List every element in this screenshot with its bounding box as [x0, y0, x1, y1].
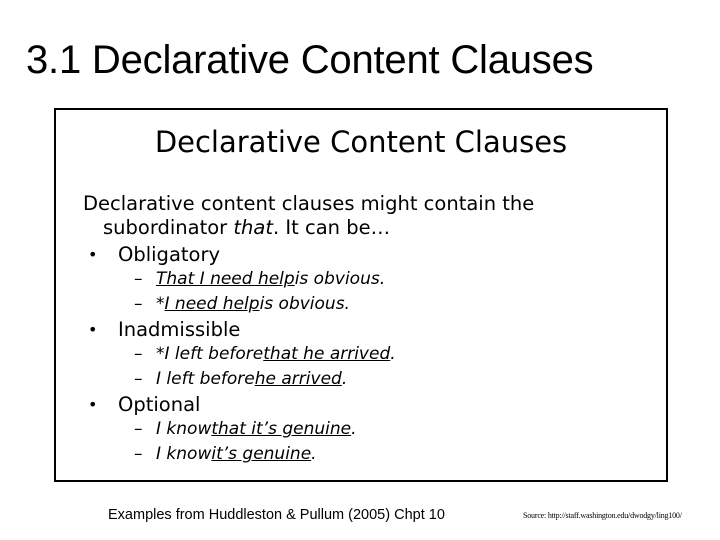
figure-title: Declarative Content Clauses	[154, 125, 568, 159]
example-underlined: he arrived	[254, 369, 342, 389]
example-pre: I know	[156, 419, 212, 439]
category-obligatory: • Obligatory	[84, 242, 396, 267]
example-post: is obvious.	[259, 294, 350, 314]
example-item: – I know that it’s genuine.	[84, 417, 396, 442]
example-post: is obvious.	[294, 269, 386, 289]
example-item: – * I need help is obvious.	[84, 292, 396, 317]
dash-icon: –	[134, 344, 143, 364]
bullet-icon: •	[88, 320, 98, 339]
dash-icon: –	[134, 444, 143, 464]
example-underlined: I need help	[164, 294, 260, 314]
intro-line-2-pre: subordinator	[103, 216, 234, 239]
intro-line-2-post: . It can be…	[273, 216, 391, 239]
figure-box: Declarative Content Clauses Declarative …	[54, 108, 668, 482]
example-underlined: That I need help	[156, 269, 295, 289]
example-underlined: that he arrived	[263, 344, 391, 364]
category-label: Inadmissible	[118, 318, 241, 341]
example-item: – That I need help is obvious.	[84, 267, 396, 292]
intro-line-1: Declarative content clauses might contai…	[83, 192, 535, 215]
intro-text: Declarative content clauses might contai…	[83, 192, 653, 240]
slide-title: 3.1 Declarative Content Clauses	[26, 38, 594, 82]
example-pre: I know	[156, 444, 212, 464]
example-post: .	[341, 369, 348, 389]
example-post: .	[390, 344, 396, 364]
dash-icon: –	[134, 419, 143, 439]
example-post: .	[311, 444, 317, 464]
example-post: .	[351, 419, 357, 439]
example-pre: I left before	[156, 369, 255, 389]
category-label: Obligatory	[118, 243, 221, 266]
category-list: • Obligatory – That I need help is obvio…	[84, 242, 396, 467]
bullet-icon: •	[88, 245, 98, 264]
example-underlined: that it’s genuine	[211, 419, 352, 439]
example-item: – I know it’s genuine.	[84, 442, 396, 467]
example-item: – *I left before that he arrived.	[84, 342, 396, 367]
category-optional: • Optional	[84, 392, 396, 417]
example-pre: *	[156, 294, 165, 314]
category-inadmissible: • Inadmissible	[84, 317, 396, 342]
dash-icon: –	[134, 294, 143, 314]
example-underlined: it’s genuine	[211, 444, 312, 464]
source-link[interactable]: Source: http://staff.washington.edu/dwod…	[523, 511, 682, 520]
dash-icon: –	[134, 369, 143, 389]
intro-line-2: subordinator that. It can be…	[83, 216, 653, 240]
dash-icon: –	[134, 269, 143, 289]
citation-text: Examples from Huddleston & Pullum (2005)…	[108, 507, 445, 523]
category-label: Optional	[118, 393, 201, 416]
bullet-icon: •	[88, 395, 98, 414]
example-item: – I left before he arrived.	[84, 367, 396, 392]
example-pre: *I left before	[156, 344, 264, 364]
intro-line-2-emphasis: that	[233, 216, 274, 239]
